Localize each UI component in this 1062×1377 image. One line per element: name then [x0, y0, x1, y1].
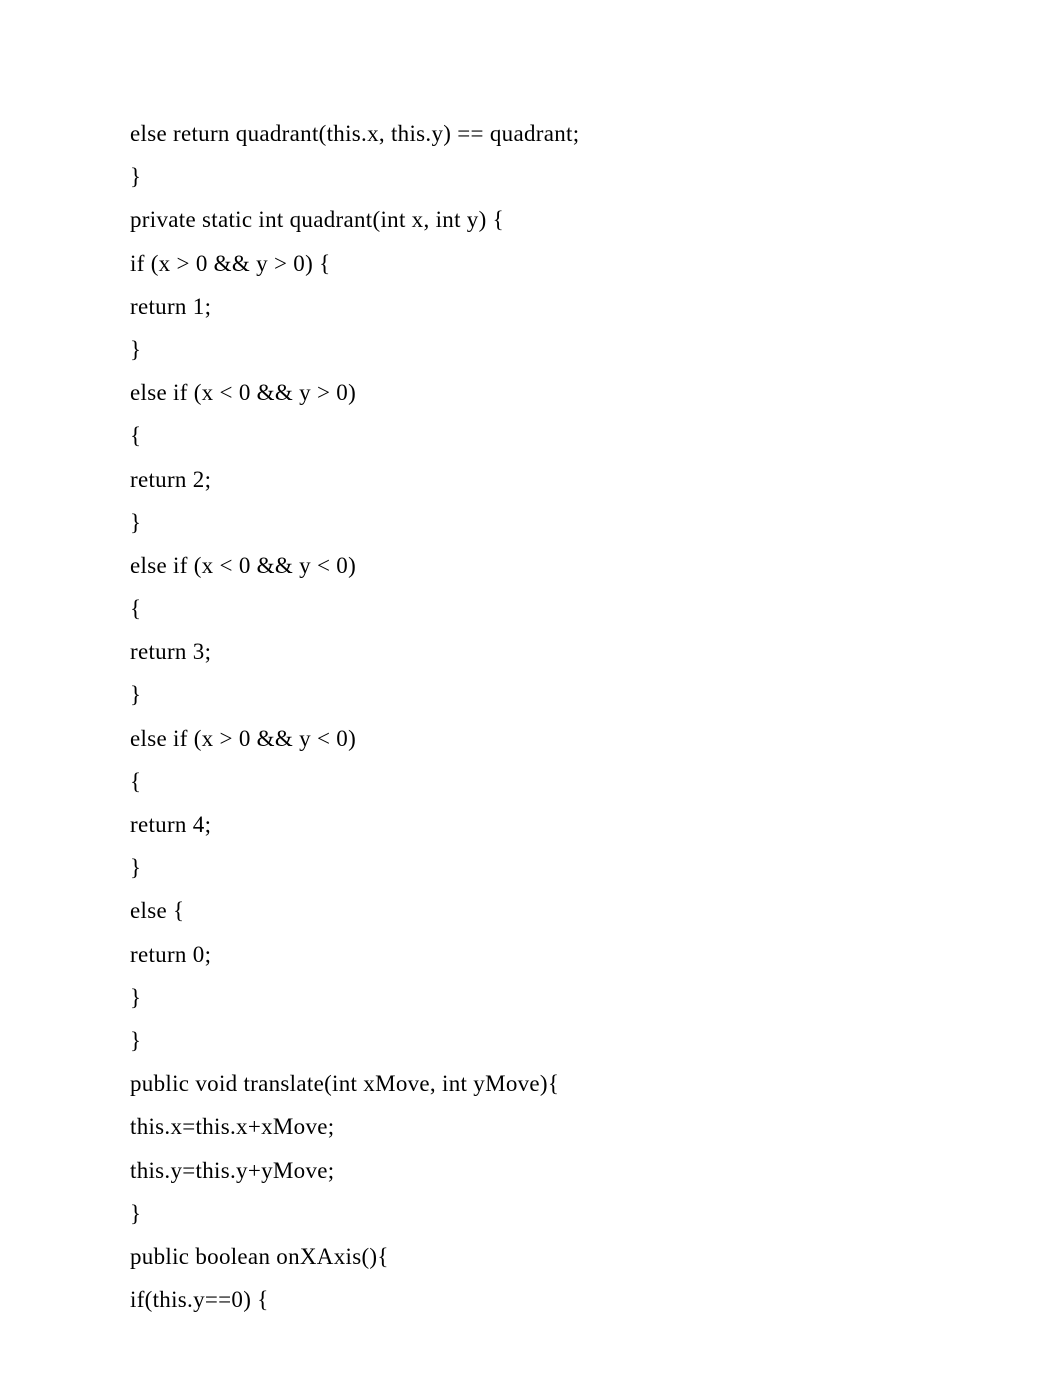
code-line: public void translate(int xMove, int yMo… — [130, 1062, 962, 1105]
code-line: } — [130, 846, 962, 889]
code-line: this.y=this.y+yMove; — [130, 1149, 962, 1192]
code-line: public boolean onXAxis(){ — [130, 1235, 962, 1278]
code-line: } — [130, 501, 962, 544]
code-line: if (x > 0 && y > 0) { — [130, 242, 962, 285]
code-line: private static int quadrant(int x, int y… — [130, 198, 962, 241]
code-line: return 4; — [130, 803, 962, 846]
code-line: return 2; — [130, 458, 962, 501]
code-line: if(this.y==0) { — [130, 1278, 962, 1321]
code-line: { — [130, 760, 962, 803]
code-line: return 0; — [130, 933, 962, 976]
code-line: return 1; — [130, 285, 962, 328]
code-line: { — [130, 587, 962, 630]
code-line: } — [130, 155, 962, 198]
code-line: } — [130, 1192, 962, 1235]
document-page: else return quadrant(this.x, this.y) == … — [0, 0, 1062, 1377]
code-line: else if (x > 0 && y < 0) — [130, 717, 962, 760]
code-line: return 3; — [130, 630, 962, 673]
code-line: else return quadrant(this.x, this.y) == … — [130, 112, 962, 155]
code-line: } — [130, 976, 962, 1019]
code-line: } — [130, 328, 962, 371]
code-line: } — [130, 673, 962, 716]
code-line: this.x=this.x+xMove; — [130, 1105, 962, 1148]
code-line: } — [130, 1019, 962, 1062]
code-line: else if (x < 0 && y < 0) — [130, 544, 962, 587]
code-line: else if (x < 0 && y > 0) — [130, 371, 962, 414]
code-line: else { — [130, 889, 962, 932]
code-line: { — [130, 414, 962, 457]
